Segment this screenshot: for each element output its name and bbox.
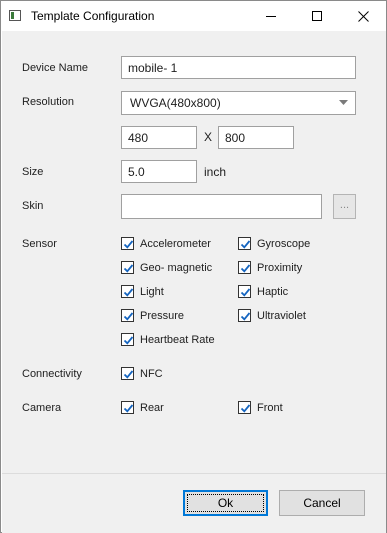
resolution-width-input[interactable]: 480	[121, 126, 197, 149]
checkbox-label: Proximity	[257, 261, 303, 274]
ok-button[interactable]: Ok	[183, 490, 268, 516]
checkbox-label: NFC	[140, 367, 163, 380]
check-icon	[240, 404, 251, 413]
skin-label: Skin	[22, 200, 44, 212]
checkbox-box[interactable]	[121, 309, 134, 322]
chevron-down-icon	[339, 100, 348, 105]
checkbox-label: Gyroscope	[257, 237, 311, 250]
connectivity-label: Connectivity	[22, 368, 82, 380]
haptic-checkbox[interactable]: Haptic	[238, 285, 288, 298]
size-unit: inch	[204, 165, 227, 179]
check-icon	[240, 264, 251, 273]
proximity-checkbox[interactable]: Proximity	[238, 261, 302, 274]
app-icon	[9, 10, 21, 21]
resolution-dropdown[interactable]: WVGA(480x800)	[121, 91, 356, 115]
minimize-button[interactable]	[248, 1, 294, 31]
checkbox-box[interactable]	[121, 285, 134, 298]
check-icon	[123, 240, 134, 249]
device-name-input[interactable]: mobile- 1	[121, 56, 356, 79]
check-icon	[123, 312, 134, 321]
checkbox-box[interactable]	[121, 237, 134, 250]
check-icon	[240, 288, 251, 297]
minimize-icon	[266, 16, 276, 17]
close-button[interactable]	[340, 1, 386, 31]
checkbox-box[interactable]	[238, 285, 251, 298]
close-icon	[357, 10, 369, 22]
checkbox-box[interactable]	[238, 401, 251, 414]
checkbox-box[interactable]	[238, 261, 251, 274]
checkbox-box[interactable]	[238, 309, 251, 322]
check-icon	[123, 264, 134, 273]
accelerometer-checkbox[interactable]: Accelerometer	[121, 237, 211, 250]
check-icon	[240, 240, 251, 249]
front-camera-checkbox[interactable]: Front	[238, 401, 283, 414]
checkbox-label: Light	[140, 285, 164, 298]
ultraviolet-checkbox[interactable]: Ultraviolet	[238, 309, 306, 322]
resolution-height-input[interactable]: 800	[218, 126, 294, 149]
checkbox-label: Front	[257, 401, 283, 414]
checkbox-label: Ultraviolet	[257, 309, 306, 322]
skin-browse-button[interactable]: ...	[333, 194, 356, 219]
light-checkbox[interactable]: Light	[121, 285, 164, 298]
checkbox-label: Accelerometer	[140, 237, 211, 250]
checkbox-box[interactable]	[121, 333, 134, 346]
checkbox-label: Haptic	[257, 285, 289, 298]
check-icon	[123, 336, 134, 345]
template-configuration-dialog: Template Configuration Device Name mobil…	[0, 0, 387, 533]
gyroscope-checkbox[interactable]: Gyroscope	[238, 237, 310, 250]
checkbox-label: Geo- magnetic	[140, 261, 213, 274]
check-icon	[240, 312, 251, 321]
device-name-label: Device Name	[22, 62, 89, 74]
checkbox-label: Pressure	[140, 309, 185, 322]
checkbox-box[interactable]	[121, 367, 134, 380]
checkbox-box[interactable]	[121, 401, 134, 414]
geo-magnetic-checkbox[interactable]: Geo- magnetic	[121, 261, 212, 274]
maximize-button[interactable]	[294, 1, 340, 31]
pressure-checkbox[interactable]: Pressure	[121, 309, 184, 322]
checkbox-label: Rear	[140, 401, 164, 414]
maximize-icon	[312, 11, 322, 21]
rear-camera-checkbox[interactable]: Rear	[121, 401, 164, 414]
camera-label: Camera	[22, 402, 62, 414]
checkbox-label: Heartbeat Rate	[140, 333, 215, 346]
resolution-label: Resolution	[22, 96, 74, 108]
size-label: Size	[22, 166, 44, 178]
size-input[interactable]: 5.0	[121, 160, 197, 183]
check-icon	[123, 404, 134, 413]
check-icon	[123, 288, 134, 297]
cancel-button[interactable]: Cancel	[279, 490, 365, 516]
heartbeat-rate-checkbox[interactable]: Heartbeat Rate	[121, 333, 215, 346]
nfc-checkbox[interactable]: NFC	[121, 367, 163, 380]
resolution-separator: X	[204, 130, 213, 144]
sensor-label: Sensor	[22, 238, 57, 250]
checkbox-box[interactable]	[121, 261, 134, 274]
skin-input[interactable]	[121, 194, 322, 219]
window-title: Template Configuration	[31, 9, 155, 23]
title-bar[interactable]: Template Configuration	[1, 1, 386, 31]
resolution-selected-value: WVGA(480x800)	[130, 96, 221, 110]
checkbox-box[interactable]	[238, 237, 251, 250]
check-icon	[123, 370, 134, 379]
